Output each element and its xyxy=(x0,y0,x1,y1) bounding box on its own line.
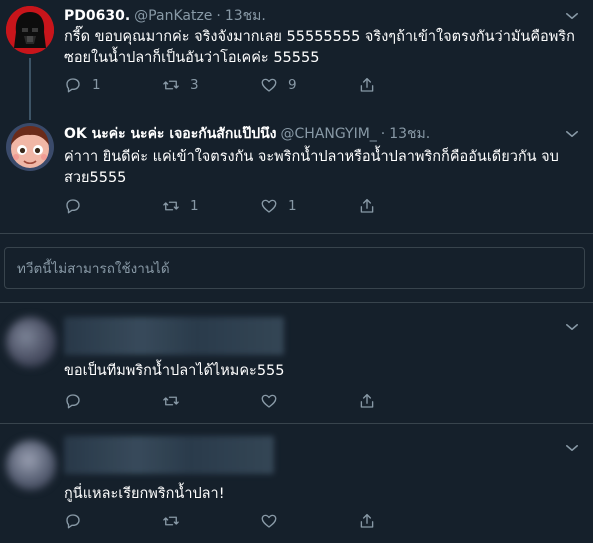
share-icon xyxy=(360,77,374,92)
chevron-down-icon[interactable] xyxy=(563,318,581,336)
like-count: 1 xyxy=(288,198,297,214)
avatar-image xyxy=(6,6,54,54)
chevron-down-icon[interactable] xyxy=(563,7,581,25)
share-icon xyxy=(360,513,374,528)
timestamp[interactable]: 13ชม. xyxy=(389,124,430,144)
reply-button[interactable]: 1 xyxy=(56,76,154,94)
timestamp[interactable]: 13ชม. xyxy=(225,6,266,26)
tweet-text: ขอเป็นทีมพริกน้ำปลาได้ไหมคะ555 xyxy=(64,363,285,379)
reply-placeholder: ทวีตนี้ไม่สามารถใช้งานได้ xyxy=(17,261,170,277)
avatar-image xyxy=(6,123,54,171)
share-icon xyxy=(360,393,374,408)
share-button[interactable] xyxy=(350,512,386,530)
retweet-button[interactable] xyxy=(154,512,252,530)
retweet-icon xyxy=(163,80,179,90)
retweet-icon xyxy=(163,516,179,526)
reply-icon xyxy=(66,514,80,529)
tweet-header: PD0630. @PanKatze · 13ชม. xyxy=(64,6,563,26)
divider xyxy=(0,233,593,234)
like-button[interactable]: 1 xyxy=(252,197,350,215)
retweet-icon xyxy=(163,396,179,406)
like-button[interactable]: 9 xyxy=(252,76,350,94)
reply-button[interactable] xyxy=(56,512,154,530)
tweet-changyim[interactable]: OK นะค่ะ นะค่ะ เจอะกันสักแป๊ปนึง @CHANGY… xyxy=(0,120,593,232)
handle[interactable]: @PanKatze xyxy=(134,8,212,24)
avatar[interactable] xyxy=(6,123,54,171)
share-icon xyxy=(360,198,374,213)
avatar[interactable] xyxy=(6,6,54,54)
retweet-count: 3 xyxy=(190,77,199,93)
chevron-down-icon[interactable] xyxy=(563,125,581,143)
retweet-button[interactable] xyxy=(154,392,252,410)
blurred-user-name xyxy=(64,317,284,355)
reply-count: 1 xyxy=(92,77,101,93)
display-name[interactable]: OK นะค่ะ นะค่ะ เจอะกันสักแป๊ปนึง xyxy=(64,124,277,144)
reply-icon xyxy=(66,199,80,214)
like-button[interactable] xyxy=(252,512,350,530)
avatar[interactable] xyxy=(6,440,56,490)
share-button[interactable] xyxy=(350,197,386,215)
reply-tweet[interactable]: กูนี่แหละเรียกพริกน้ำปลา! xyxy=(0,424,593,543)
reply-icon xyxy=(66,394,80,409)
tweet-actions xyxy=(56,390,386,412)
tweet-actions: 1 1 xyxy=(56,195,386,217)
tweet-text: กูนี่แหละเรียกพริกน้ำปลา! xyxy=(64,486,225,502)
tweet-text: กรี๊ด ขอบคุณมากค่ะ จริงจังมากเลย 5555555… xyxy=(64,29,575,66)
tweet-pd0630[interactable]: PD0630. @PanKatze · 13ชม. กรี๊ด ขอบคุณมา… xyxy=(0,0,593,120)
thread-line xyxy=(29,58,31,120)
avatar[interactable] xyxy=(6,317,56,367)
handle[interactable]: @CHANGYIM_ xyxy=(281,126,377,142)
like-count: 9 xyxy=(288,77,297,93)
reply-input-disabled[interactable]: ทวีตนี้ไม่สามารถใช้งานได้ xyxy=(4,247,585,289)
retweet-button[interactable]: 1 xyxy=(154,197,252,215)
like-icon xyxy=(261,394,277,408)
retweet-icon xyxy=(163,201,179,211)
tweet-header: OK นะค่ะ นะค่ะ เจอะกันสักแป๊ปนึง @CHANGY… xyxy=(64,124,563,144)
tweet-actions xyxy=(56,510,386,532)
tweet-text: ค่าาา ยินดีค่ะ แค่เข้าใจตรงกัน จะพริกน้ำ… xyxy=(64,149,559,186)
like-icon xyxy=(261,514,277,528)
like-icon xyxy=(261,78,277,92)
tweet-actions: 1 3 9 xyxy=(56,74,386,96)
retweet-button[interactable]: 3 xyxy=(154,76,252,94)
display-name[interactable]: PD0630. xyxy=(64,8,130,24)
blurred-user-name xyxy=(64,436,274,474)
share-button[interactable] xyxy=(350,76,386,94)
separator-dot: · xyxy=(216,8,221,24)
timeline: PD0630. @PanKatze · 13ชม. กรี๊ด ขอบคุณมา… xyxy=(0,0,593,543)
reply-button[interactable] xyxy=(56,197,154,215)
chevron-down-icon[interactable] xyxy=(563,439,581,457)
like-icon xyxy=(261,199,277,213)
like-button[interactable] xyxy=(252,392,350,410)
separator-dot: · xyxy=(380,126,386,142)
share-button[interactable] xyxy=(350,392,386,410)
reply-tweet[interactable]: ขอเป็นทีมพริกน้ำปลาได้ไหมคะ555 xyxy=(0,303,593,422)
reply-button[interactable] xyxy=(56,392,154,410)
retweet-count: 1 xyxy=(190,198,199,214)
reply-icon xyxy=(66,78,80,93)
